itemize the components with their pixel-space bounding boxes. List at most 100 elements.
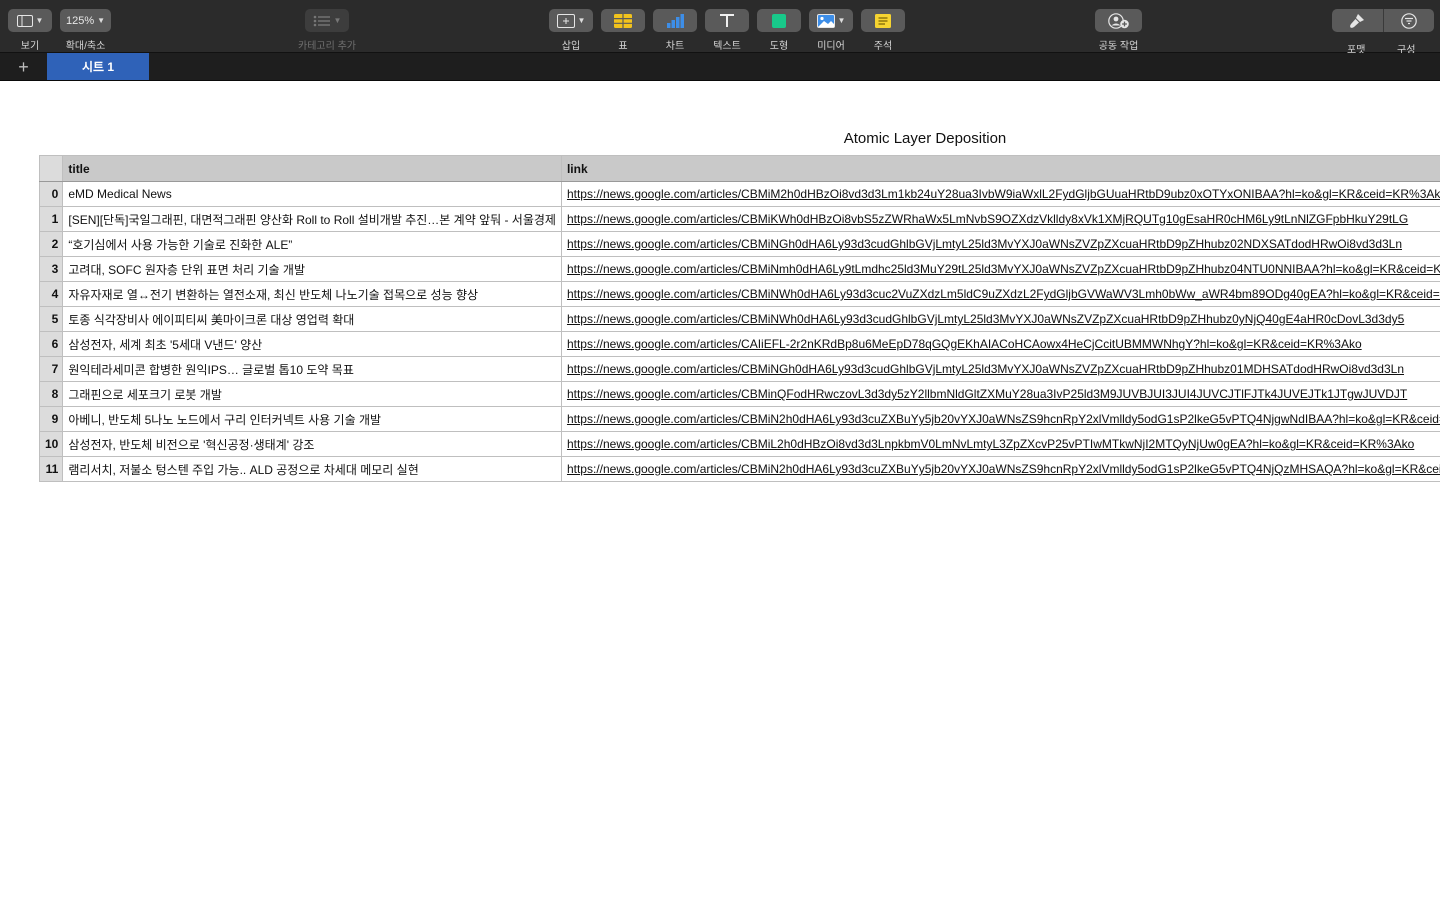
photo-icon [816,13,835,28]
title-cell[interactable]: 원익테라세미콘 합병한 원익IPS… 글로벌 톱10 도약 목표 [62,356,562,382]
row-index-cell[interactable]: 2 [38,231,64,257]
sidebar-icon [16,14,33,27]
title-cell[interactable]: 그래핀으로 세포크기 로봇 개발 [62,381,562,407]
table-row: 11 램리서치, 저불소 텅스텐 주입 가능.. ALD 공정으로 차세대 메모리… [38,456,1440,482]
link-cell[interactable]: https://news.google.com/articles/CBMiN2h… [560,456,1440,482]
table-icon [614,13,632,28]
text-icon [720,14,734,27]
column-header-link[interactable]: link [560,155,1440,182]
link-cell[interactable]: https://news.google.com/articles/CBMiNGh… [560,356,1440,382]
data-table: title link 0 eMD Medical News https://news… [38,155,1440,482]
sheet-tab-1[interactable]: 시트 1 [47,53,149,80]
insert-control[interactable]: ▼ 삽입 [549,9,593,52]
row-index-cell[interactable]: 11 [38,456,64,482]
shape-button[interactable] [757,9,801,32]
link-cell[interactable]: https://news.google.com/articles/CBMiNGh… [560,231,1440,257]
view-label: 보기 [20,41,40,52]
row-index-cell[interactable]: 9 [38,406,64,432]
link-cell[interactable]: https://news.google.com/articles/CBMiNWh… [560,306,1440,332]
plus-icon: + [18,56,29,77]
row-index-cell[interactable]: 0 [38,181,64,207]
chart-button[interactable] [653,9,697,32]
shape-icon [772,13,786,28]
table-title[interactable]: Atomic Layer Deposition [760,130,1090,147]
table-row: 1 [SEN][단독]국일그래핀, 대면적그래핀 양산화 Roll to Roll… [38,206,1440,232]
title-cell[interactable]: [SEN][단독]국일그래핀, 대면적그래핀 양산화 Roll to Roll … [62,206,562,232]
text-button[interactable] [705,9,749,32]
add-person-icon [1107,12,1129,29]
link-cell[interactable]: https://news.google.com/articles/CBMiL2h… [560,431,1440,457]
view-button[interactable]: ▼ [8,9,52,32]
organize-button[interactable] [1384,9,1435,32]
category-label: 카테고리 추가 [298,41,356,52]
title-cell[interactable]: 자유자재로 열↔전기 변환하는 열전소재, 최신 반도체 나노기술 접목으로 성… [62,281,562,307]
media-control[interactable]: ▼ 미디어 [809,9,853,52]
link-cell[interactable]: https://news.google.com/articles/CBMiKWh… [560,206,1440,232]
row-index-cell[interactable]: 1 [38,206,64,232]
comment-button[interactable] [861,9,905,32]
zoom-control[interactable]: 125% ▼ 확대/축소 [60,9,111,52]
text-label: 텍스트 [713,41,741,52]
row-index-cell[interactable]: 8 [38,381,64,407]
format-button[interactable] [1332,9,1383,32]
collaborate-button[interactable] [1095,9,1142,32]
title-cell[interactable]: 램리서치, 저불소 텅스텐 주입 가능.. ALD 공정으로 차세대 메모리 실… [62,456,562,482]
link-cell[interactable]: https://news.google.com/articles/CBMiNmh… [560,256,1440,282]
insert-label: 삽입 [561,41,581,52]
chevron-down-icon: ▼ [837,16,846,25]
column-header-title[interactable]: title [62,155,562,182]
table-label: 표 [618,41,628,52]
table-row: 9 아베니, 반도체 5나노 노드에서 구리 인터커넥트 사용 기술 개발 http… [38,406,1440,432]
sheet-tab-label: 시트 1 [81,60,115,74]
comment-control[interactable]: 주석 [861,9,905,52]
title-cell[interactable]: 고려대, SOFC 원자층 단위 표면 처리 기술 개발 [62,256,562,282]
header-row: title link [38,155,1440,182]
comment-icon [875,13,891,28]
title-cell[interactable]: eMD Medical News [62,181,562,207]
corner-cell[interactable] [38,155,64,182]
table-row: 5 토종 식각장비사 에이피티씨 美마이크론 대상 영업력 확대 https://n… [38,306,1440,332]
zoom-button[interactable]: 125% ▼ [60,9,111,32]
link-cell[interactable]: https://news.google.com/articles/CBMiM2h… [560,181,1440,207]
collaborate-label: 공동 작업 [1098,41,1139,52]
row-index-cell[interactable]: 7 [38,356,64,382]
link-cell[interactable]: https://news.google.com/articles/CBMiN2h… [560,406,1440,432]
comment-label: 주석 [873,41,893,52]
media-label: 미디어 [817,41,845,52]
row-index-cell[interactable]: 6 [38,331,64,357]
paintbrush-icon [1350,13,1365,28]
shape-label: 도형 [769,41,789,52]
text-control[interactable]: 텍스트 [705,9,749,52]
zoom-label: 확대/축소 [65,41,106,52]
title-cell[interactable]: 토종 식각장비사 에이피티씨 美마이크론 대상 영업력 확대 [62,306,562,332]
sheet-tab-bar: + 시트 1 [0,53,1440,81]
row-index-cell[interactable]: 4 [38,281,64,307]
table-button[interactable] [601,9,645,32]
collaborate-control[interactable]: 공동 작업 [1095,9,1142,52]
table-row: 0 eMD Medical News https://news.google.com… [38,181,1440,207]
row-index-cell[interactable]: 5 [38,306,64,332]
title-cell[interactable]: 아베니, 반도체 5나노 노드에서 구리 인터커넥트 사용 기술 개발 [62,406,562,432]
chart-control[interactable]: 차트 [653,9,697,52]
title-cell[interactable]: 삼성전자, 세계 최초 '5세대 V낸드' 양산 [62,331,562,357]
link-cell[interactable]: https://news.google.com/articles/CBMiNWh… [560,281,1440,307]
table-row: 7 원익테라세미콘 합병한 원익IPS… 글로벌 톱10 도약 목표 https:/… [38,356,1440,382]
title-cell[interactable]: 삼성전자, 반도체 비전으로 '혁신공정·생태계' 강조 [62,431,562,457]
link-cell[interactable]: https://news.google.com/articles/CAIiEFL… [560,331,1440,357]
table-row: 4 자유자재로 열↔전기 변환하는 열전소재, 최신 반도체 나노기술 접목으로 … [38,281,1440,307]
view-control[interactable]: ▼ 보기 [8,9,52,52]
format-organize-segment [1332,9,1434,32]
link-cell[interactable]: https://news.google.com/articles/CBMinQF… [560,381,1440,407]
shape-control[interactable]: 도형 [757,9,801,52]
table-row: 8 그래핀으로 세포크기 로봇 개발 https://news.google.com… [38,381,1440,407]
add-category-button[interactable]: ▼ [304,9,349,32]
insert-button[interactable]: ▼ [549,9,593,32]
title-cell[interactable]: “호기심에서 사용 가능한 기술로 진화한 ALE” [62,231,562,257]
table-control[interactable]: 표 [601,9,645,52]
media-button[interactable]: ▼ [809,9,853,32]
category-control[interactable]: ▼ 카테고리 추가 [298,9,356,52]
row-index-cell[interactable]: 10 [38,431,64,457]
add-sheet-button[interactable]: + [0,53,47,81]
zoom-value: 125% [65,14,95,27]
row-index-cell[interactable]: 3 [38,256,64,282]
